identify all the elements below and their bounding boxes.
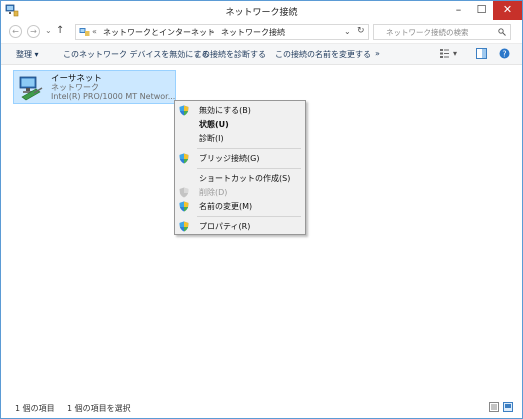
navigation-bar: ← → ⌄ ↑ « ネットワークとインターネット › ネットワーク接続 ⌄ ↻ … bbox=[1, 21, 522, 43]
menu-item-label: 名前の変更(M) bbox=[199, 202, 253, 211]
menu-item-properties[interactable]: プロパティ(R) bbox=[177, 220, 303, 233]
status-bar: 1 個の項目 1 個の項目を選択 bbox=[1, 397, 522, 417]
menu-item-create-shortcut[interactable]: ショートカットの作成(S) bbox=[177, 172, 303, 185]
menu-separator bbox=[197, 216, 301, 217]
menu-item-label: 診断(I) bbox=[199, 134, 224, 143]
menu-item-label: ショートカットの作成(S) bbox=[199, 174, 291, 183]
refresh-button[interactable]: ↻ bbox=[357, 26, 365, 36]
recent-locations-button[interactable]: ⌄ bbox=[45, 26, 52, 35]
change-view-dropdown-icon[interactable]: ▾ bbox=[453, 49, 457, 58]
selection-count: 1 個の項目を選択 bbox=[67, 404, 131, 413]
menu-item-rename[interactable]: 名前の変更(M) bbox=[177, 200, 303, 213]
change-view-icon[interactable] bbox=[439, 48, 450, 59]
menu-item-status[interactable]: 状態(U) bbox=[177, 118, 303, 131]
menu-item-diagnose[interactable]: 診断(I) bbox=[177, 132, 303, 145]
menu-item-label: ブリッジ接続(G) bbox=[199, 154, 260, 163]
search-icon[interactable] bbox=[498, 28, 506, 36]
menu-item-label: 無効にする(B) bbox=[199, 106, 251, 115]
shield-icon bbox=[179, 221, 189, 232]
explorer-window: ネットワーク接続 – ☐ ✕ ← → ⌄ ↑ « ネットワークとインターネット … bbox=[0, 0, 523, 419]
command-bar: 整理 ▾ このネットワーク デバイスを無効にする この接続を診断する この接続の… bbox=[1, 43, 522, 65]
minimize-button[interactable]: – bbox=[447, 1, 470, 20]
breadcrumb-overflow[interactable]: « bbox=[92, 27, 97, 36]
address-bar[interactable]: « ネットワークとインターネット › ネットワーク接続 ⌄ ↻ bbox=[75, 24, 369, 40]
diagnose-connection-command[interactable]: この接続を診断する bbox=[194, 49, 266, 60]
close-button[interactable]: ✕ bbox=[493, 1, 522, 20]
shield-icon bbox=[179, 153, 189, 164]
breadcrumb-network-internet[interactable]: ネットワークとインターネット bbox=[103, 27, 215, 38]
search-box[interactable]: ネットワーク接続の検索 bbox=[373, 24, 511, 40]
ethernet-connection-item[interactable]: イーサネット ネットワーク Intel(R) PRO/1000 MT Netwo… bbox=[13, 70, 176, 104]
menu-separator bbox=[197, 148, 301, 149]
large-icons-view-icon[interactable] bbox=[503, 402, 513, 412]
help-icon[interactable]: ? bbox=[499, 48, 510, 59]
item-count: 1 個の項目 bbox=[15, 404, 55, 413]
network-folder-icon bbox=[79, 28, 90, 36]
preview-pane-icon[interactable] bbox=[476, 48, 487, 59]
context-menu: 無効にする(B) 状態(U) 診断(I) ブリッジ接続(G) ショートカットの作… bbox=[174, 100, 306, 235]
menu-item-label: 削除(D) bbox=[199, 188, 228, 197]
search-placeholder: ネットワーク接続の検索 bbox=[386, 28, 469, 37]
menu-item-label: プロパティ(R) bbox=[199, 222, 251, 231]
menu-item-label: 状態(U) bbox=[199, 120, 229, 129]
menu-item-disable[interactable]: 無効にする(B) bbox=[177, 104, 303, 117]
breadcrumb-separator: › bbox=[211, 27, 215, 36]
maximize-button[interactable]: ☐ bbox=[470, 1, 493, 20]
menu-separator bbox=[197, 168, 301, 169]
details-view-icon[interactable] bbox=[489, 402, 499, 412]
shield-icon bbox=[179, 105, 189, 116]
more-commands-button[interactable]: » bbox=[375, 49, 380, 58]
forward-button[interactable]: → bbox=[27, 25, 40, 38]
address-dropdown-button[interactable]: ⌄ bbox=[344, 27, 351, 36]
menu-item-delete[interactable]: 削除(D) bbox=[177, 186, 303, 199]
menu-item-bridge[interactable]: ブリッジ接続(G) bbox=[177, 152, 303, 165]
connection-device: Intel(R) PRO/1000 MT Networ... bbox=[51, 92, 176, 101]
svg-text:?: ? bbox=[502, 49, 506, 58]
window-title: ネットワーク接続 bbox=[225, 8, 298, 18]
rename-connection-command[interactable]: この接続の名前を変更する bbox=[275, 49, 371, 60]
back-button[interactable]: ← bbox=[9, 25, 22, 38]
shield-icon bbox=[179, 187, 189, 198]
organize-menu[interactable]: 整理 ▾ bbox=[16, 49, 39, 60]
breadcrumb-network-connections[interactable]: ネットワーク接続 bbox=[221, 27, 285, 38]
title-bar[interactable]: ネットワーク接続 – ☐ ✕ bbox=[1, 1, 522, 21]
shield-icon bbox=[179, 201, 189, 212]
ethernet-adapter-icon bbox=[19, 76, 43, 101]
disable-device-command[interactable]: このネットワーク デバイスを無効にする bbox=[63, 49, 209, 60]
up-button[interactable]: ↑ bbox=[56, 25, 64, 36]
